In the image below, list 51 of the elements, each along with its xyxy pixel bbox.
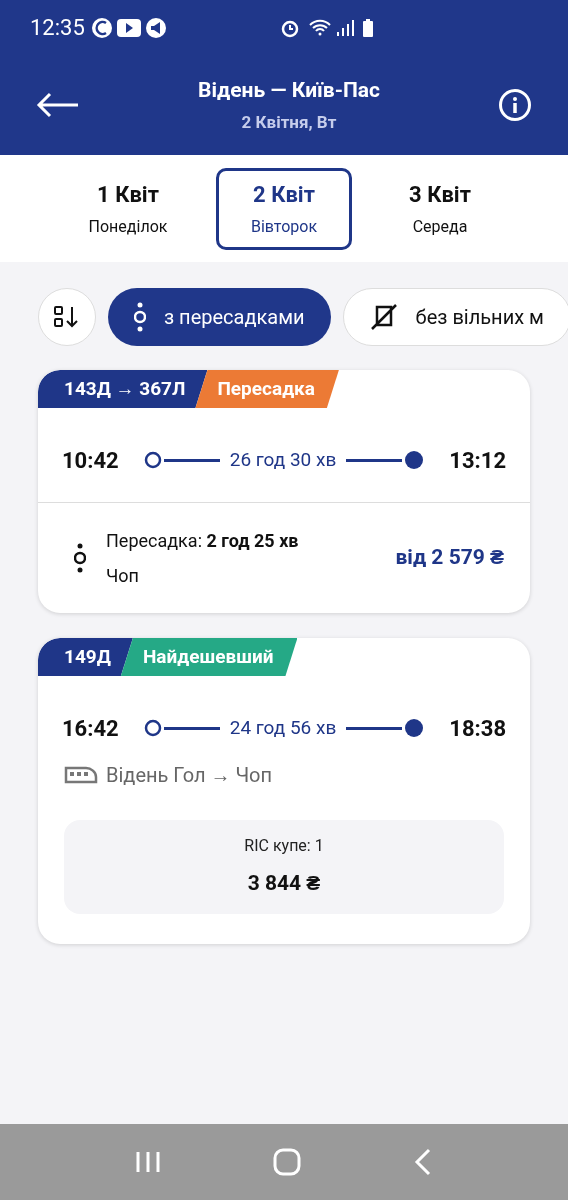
trip-price: 3 844 ₴ xyxy=(247,870,321,897)
transfer-duration: Пересадка: 2 год 25 хв xyxy=(106,529,300,553)
home-icon[interactable] xyxy=(272,1147,302,1177)
timeline-line xyxy=(164,458,220,462)
departure-time: 16:42 xyxy=(62,714,120,743)
arrival-time: 18:38 xyxy=(448,714,506,743)
trip-badge: Пересадка xyxy=(195,370,339,408)
battery-icon xyxy=(362,17,374,38)
transfer-station: Чоп xyxy=(106,564,140,588)
status-time: 12:35 xyxy=(30,14,85,42)
date-tab[interactable]: 3 Квіт Середа xyxy=(372,167,508,250)
departure-time: 10:42 xyxy=(62,446,120,475)
trip-card[interactable]: 143Д → 367Л Пересадка 10:42 26 год 30 хв 13:12 Пересадка: 2 год 25 хв Чоп від 2 579 ₴ xyxy=(38,370,530,613)
timeline-line xyxy=(164,726,220,730)
date-tab[interactable]: 1 Квіт Понеділок xyxy=(60,167,196,250)
back-icon[interactable] xyxy=(412,1148,433,1176)
back-arrow-icon[interactable] xyxy=(36,92,80,118)
sort-icon xyxy=(54,306,80,328)
end-dot-icon xyxy=(404,718,424,738)
trip-duration: 24 год 56 хв xyxy=(228,714,338,741)
trip-price: від 2 579 ₴ xyxy=(395,544,504,572)
signal-icon xyxy=(336,18,354,37)
end-dot-icon xyxy=(404,450,424,470)
arrival-time: 13:12 xyxy=(448,446,506,475)
timeline-line xyxy=(346,726,402,730)
wifi-icon xyxy=(308,17,332,38)
timeline-line xyxy=(346,458,402,462)
start-dot-icon xyxy=(144,719,162,737)
seat-class: RIC купе: 1 xyxy=(244,835,324,857)
video-icon xyxy=(116,18,141,37)
trip-duration: 26 год 30 хв xyxy=(228,446,338,473)
trip-badge: Найдешевший xyxy=(120,638,298,676)
transfer-icon xyxy=(74,543,86,573)
seat-crossed-icon xyxy=(369,303,398,331)
start-dot-icon xyxy=(144,451,162,469)
info-icon[interactable] xyxy=(498,88,532,122)
train-route: Відень Гол → Чоп xyxy=(106,762,272,789)
route-title: Відень — Київ-Пас xyxy=(198,76,380,104)
app-notification-icon xyxy=(90,16,113,39)
recent-apps-icon[interactable] xyxy=(135,1150,162,1174)
train-icon xyxy=(64,766,98,784)
train-number: 149Д xyxy=(38,638,133,676)
train-number: 143Д → 367Л xyxy=(38,370,208,408)
filter-chip[interactable]: без вільних м xyxy=(342,288,568,346)
route-date: 2 Квітня, Вт xyxy=(241,111,337,134)
megaphone-icon xyxy=(144,16,167,39)
date-tab[interactable]: 2 Квіт Вівторок xyxy=(216,167,352,250)
filter-chip[interactable]: з пересадками xyxy=(108,288,331,346)
transfer-icon xyxy=(134,302,146,332)
seat-class-panel[interactable]: RIC купе: 1 3 844 ₴ xyxy=(64,820,504,914)
trip-card[interactable]: 149Д Найдешевший 16:42 24 год 56 хв 18:38 Відень Гол → Чоп RIC купе: 1 3 844 ₴ xyxy=(38,638,530,944)
